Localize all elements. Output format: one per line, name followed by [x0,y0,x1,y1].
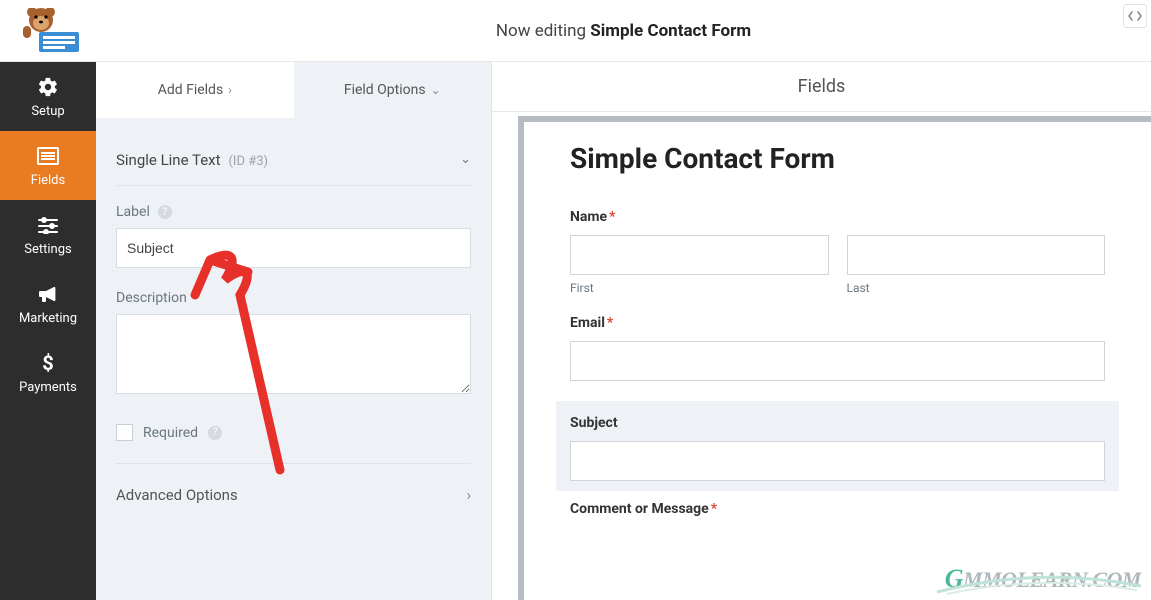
nav-marketing-label: Marketing [19,311,77,326]
description-option-title: Description [116,290,187,306]
sliders-icon [37,214,59,236]
field-type-title: Single Line Text [116,151,221,169]
tab-add-fields[interactable]: Add Fields › [96,62,294,118]
main-row: Setup Fields Settings [0,62,1151,600]
name-field[interactable]: Name* First Last [570,209,1105,295]
tab-field-options-label: Field Options [344,82,426,98]
label-option: Label ? [116,204,471,268]
bear-logo-icon [23,8,83,54]
label-input[interactable] [116,228,471,268]
list-icon [37,145,59,167]
field-id: (ID #3) [228,154,268,169]
label-option-title: Label [116,204,150,220]
comment-field[interactable]: Comment or Message* [570,501,1105,517]
subject-field-selected[interactable]: Subject [556,401,1119,491]
panel-body: Single Line Text (ID #3) ⌄ Label ? Descr… [96,118,491,522]
panel-tabs: Add Fields › Field Options ⌄ [96,62,491,118]
field-header[interactable]: Single Line Text (ID #3) ⌄ [116,142,471,186]
top-bar: Now editing Simple Contact Form [0,0,1151,62]
advanced-options-row[interactable]: Advanced Options › [116,464,471,522]
description-input[interactable] [116,314,471,394]
gear-icon [37,76,59,98]
subject-input[interactable] [570,441,1105,481]
preview-header: Fields [492,62,1151,112]
nav-marketing[interactable]: Marketing [0,269,96,338]
preview-column: Fields Simple Contact Form Name* First L… [492,62,1151,600]
form-name: Simple Contact Form [590,21,751,41]
comment-label: Comment or Message [570,501,709,517]
first-sublabel: First [570,281,829,295]
required-label: Required [143,425,198,441]
app-logo [0,8,96,54]
help-icon[interactable]: ? [208,426,222,440]
dollar-icon: $ [37,352,59,374]
chevron-right-icon: › [466,486,471,504]
email-field[interactable]: Email* [570,315,1105,381]
tab-field-options[interactable]: Field Options ⌄ [294,62,492,118]
nav-setup-label: Setup [31,104,64,119]
embed-code-button[interactable] [1123,4,1147,28]
nav-payments-label: Payments [19,380,77,395]
chevron-right-icon: › [228,83,232,97]
first-name-input[interactable] [570,235,829,275]
field-options-panel: Add Fields › Field Options ⌄ Single Line… [96,62,492,600]
subject-label: Subject [570,415,618,431]
nav-settings[interactable]: Settings [0,200,96,269]
advanced-options-label: Advanced Options [116,486,238,504]
chevron-down-icon: ⌄ [431,83,441,97]
help-icon[interactable]: ? [158,205,172,219]
description-option: Description [116,290,471,398]
left-nav: Setup Fields Settings [0,62,96,600]
last-sublabel: Last [847,281,1106,295]
nav-setup[interactable]: Setup [0,62,96,131]
nav-settings-label: Settings [24,242,71,257]
required-star: * [607,315,613,331]
editing-prefix: Now editing [496,21,586,41]
name-label: Name [570,209,607,225]
code-icon [1128,11,1142,21]
last-name-input[interactable] [847,235,1106,275]
svg-text:$: $ [42,352,53,374]
required-option: Required ? [116,420,471,464]
preview-frame: Simple Contact Form Name* First Last [518,116,1151,600]
required-star: * [609,209,615,225]
nav-fields[interactable]: Fields [0,131,96,200]
tab-add-fields-label: Add Fields [158,82,224,98]
email-label: Email [570,315,605,331]
form-title: Simple Contact Form [570,142,1105,175]
required-star: * [711,501,717,517]
nav-payments[interactable]: $ Payments [0,338,96,407]
bullhorn-icon [37,283,59,305]
required-checkbox[interactable] [116,424,133,441]
nav-fields-label: Fields [31,173,65,188]
page-title: Now editing Simple Contact Form [96,21,1151,41]
email-input[interactable] [570,341,1105,381]
chevron-down-icon: ⌄ [460,152,471,167]
